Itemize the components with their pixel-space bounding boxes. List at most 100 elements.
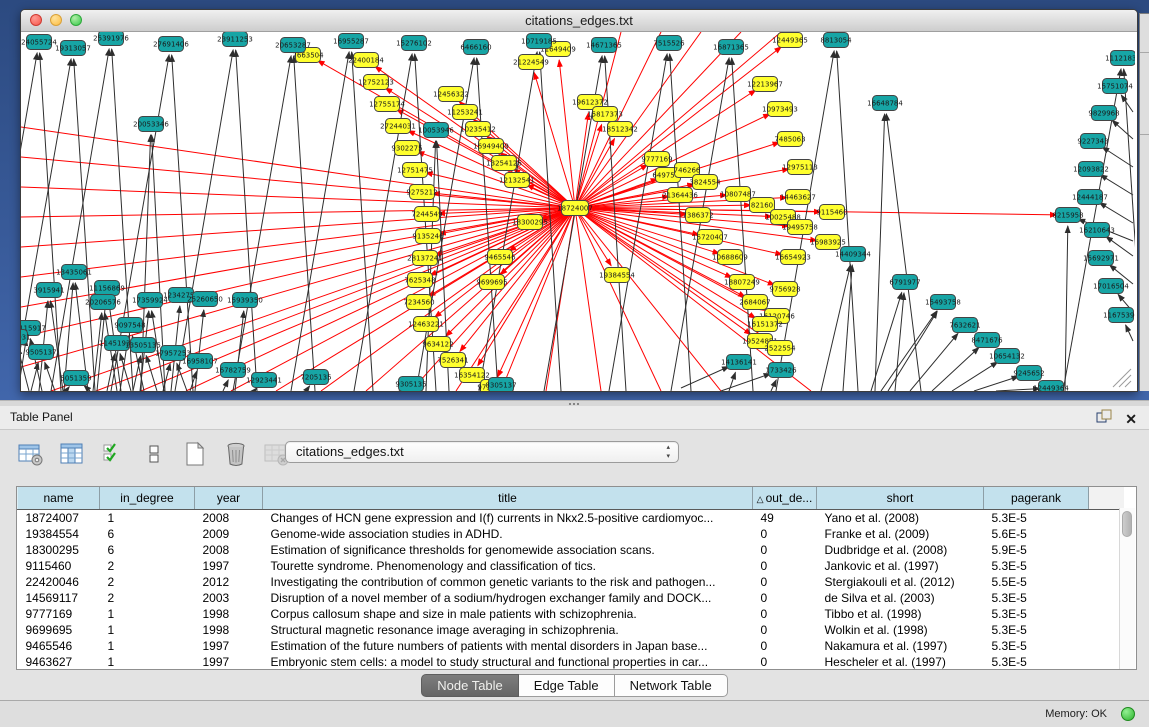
table-cell[interactable]: 6 [100, 526, 195, 542]
table-cell[interactable]: 5.3E-5 [984, 606, 1089, 622]
table-cell[interactable]: 5.3E-5 [984, 558, 1089, 574]
table-cell[interactable]: 5.3E-5 [984, 510, 1089, 527]
table-cell[interactable]: 18724007 [18, 510, 100, 527]
table-cell[interactable]: 6 [100, 542, 195, 558]
table-row[interactable]: 1872400712008Changes of HCN gene express… [18, 510, 1124, 527]
table-cell[interactable]: 1 [100, 654, 195, 670]
table-cell[interactable]: 18300295 [18, 542, 100, 558]
column-header-title[interactable]: title [263, 487, 753, 510]
table-cell[interactable]: Structural magnetic resonance image aver… [263, 622, 753, 638]
table-cell[interactable]: 9777169 [18, 606, 100, 622]
network-graph[interactable]: 2240018412752123127551742724403193022751… [21, 32, 1135, 391]
table-cell[interactable]: Disruption of a novel member of a sodium… [263, 590, 753, 606]
network-window-titlebar[interactable]: citations_edges.txt [21, 10, 1137, 32]
table-row[interactable]: 1938455462009Genome-wide association stu… [18, 526, 1124, 542]
table-cell[interactable]: Changes of HCN gene expression and I(f) … [263, 510, 753, 527]
table-cell[interactable]: 2012 [195, 574, 263, 590]
row-height-icon[interactable] [141, 442, 167, 466]
table-row[interactable]: 946554611997Estimation of the future num… [18, 638, 1124, 654]
show-columns-icon[interactable] [59, 442, 85, 466]
table-cell[interactable]: Tourette syndrome. Phenomenology and cla… [263, 558, 753, 574]
column-header-in-degree[interactable]: in_degree [100, 487, 195, 510]
table-cell[interactable]: Hescheler et al. (1997) [817, 654, 984, 670]
table-cell[interactable]: Dudbridge et al. (2008) [817, 542, 984, 558]
column-header-short[interactable]: short [817, 487, 984, 510]
table-cell[interactable]: 1998 [195, 622, 263, 638]
table-cell[interactable]: 2009 [195, 526, 263, 542]
table-cell[interactable]: 9699695 [18, 622, 100, 638]
window-close-button[interactable] [30, 14, 42, 26]
table-row[interactable]: 977716911998Corpus callosum shape and si… [18, 606, 1124, 622]
table-cell[interactable]: 1997 [195, 638, 263, 654]
table-cell[interactable]: 0 [753, 638, 817, 654]
table-cell[interactable]: 2 [100, 558, 195, 574]
table-cell[interactable]: 1 [100, 606, 195, 622]
table-cell[interactable]: 1 [100, 638, 195, 654]
network-canvas[interactable]: 2240018412752123127551742724403193022751… [21, 32, 1135, 391]
table-cell[interactable]: 0 [753, 606, 817, 622]
tab-network-table[interactable]: Network Table [615, 674, 728, 697]
table-cell[interactable]: 0 [753, 590, 817, 606]
table-row[interactable]: 2242004622012Investigating the contribut… [18, 574, 1124, 590]
select-rows-icon[interactable] [100, 442, 126, 466]
table-cell[interactable]: 5.3E-5 [984, 638, 1089, 654]
network-window[interactable]: citations_edges.txt 22400184127521231275… [20, 9, 1138, 392]
table-cell[interactable]: Tibbo et al. (1998) [817, 606, 984, 622]
window-zoom-button[interactable] [70, 14, 82, 26]
new-table-icon[interactable] [182, 442, 208, 466]
table-row[interactable]: 969969511998Structural magnetic resonanc… [18, 622, 1124, 638]
table-cell[interactable]: 0 [753, 558, 817, 574]
table-cell[interactable]: 0 [753, 542, 817, 558]
table-cell[interactable]: 5.6E-5 [984, 526, 1089, 542]
table-cell[interactable]: 9115460 [18, 558, 100, 574]
table-cell[interactable]: 1 [100, 510, 195, 527]
delete-table-icon[interactable] [223, 442, 249, 466]
table-cell[interactable]: Yano et al. (2008) [817, 510, 984, 527]
table-cell[interactable]: 0 [753, 574, 817, 590]
table-vertical-scrollbar[interactable] [1119, 508, 1135, 669]
table-cell[interactable]: 0 [753, 526, 817, 542]
column-header-year[interactable]: year [195, 487, 263, 510]
table-cell[interactable]: Embryonic stem cells: a model to study s… [263, 654, 753, 670]
table-cell[interactable]: 2003 [195, 590, 263, 606]
node-table[interactable]: namein_degreeyeartitle△out_de...shortpag… [16, 486, 1137, 670]
table-row[interactable]: 1830029562008Estimation of significance … [18, 542, 1124, 558]
table-cell[interactable]: 22420046 [18, 574, 100, 590]
table-settings-icon[interactable] [18, 442, 44, 466]
table-cell[interactable]: 5.9E-5 [984, 542, 1089, 558]
table-cell[interactable]: de Silva et al. (2003) [817, 590, 984, 606]
table-cell[interactable]: Corpus callosum shape and size in male p… [263, 606, 753, 622]
table-cell[interactable]: Jankovic et al. (1997) [817, 558, 984, 574]
table-cell[interactable]: 14569117 [18, 590, 100, 606]
table-row[interactable]: 911546021997Tourette syndrome. Phenomeno… [18, 558, 1124, 574]
table-cell[interactable]: 5.5E-5 [984, 574, 1089, 590]
table-cell[interactable]: 5.3E-5 [984, 622, 1089, 638]
tab-edge-table[interactable]: Edge Table [519, 674, 615, 697]
scrollbar-thumb[interactable] [1122, 511, 1132, 537]
close-panel-icon[interactable]: ✕ [1125, 411, 1137, 427]
table-row[interactable]: 1456911722003Disruption of a novel membe… [18, 590, 1124, 606]
table-cell[interactable]: 49 [753, 510, 817, 527]
table-select-dropdown[interactable]: citations_edges.txt ▴▾ [285, 441, 679, 463]
table-cell[interactable]: Stergiakouli et al. (2012) [817, 574, 984, 590]
graph-nodes[interactable]: 2240018412752123127551742724403193022751… [21, 32, 1135, 391]
table-cell[interactable]: 1997 [195, 654, 263, 670]
table-cell[interactable]: 9465546 [18, 638, 100, 654]
window-resize-grip[interactable] [1107, 363, 1133, 389]
window-minimize-button[interactable] [50, 14, 62, 26]
table-cell[interactable]: 0 [753, 654, 817, 670]
column-header-out-de-[interactable]: △out_de... [753, 487, 817, 510]
table-cell[interactable]: Investigating the contribution of common… [263, 574, 753, 590]
tab-node-table[interactable]: Node Table [421, 674, 519, 697]
table-cell[interactable]: 2008 [195, 510, 263, 527]
table-cell[interactable]: 2 [100, 574, 195, 590]
float-panel-icon[interactable] [1096, 409, 1112, 429]
table-cell[interactable]: 9463627 [18, 654, 100, 670]
column-header-pagerank[interactable]: pagerank [984, 487, 1089, 510]
table-cell[interactable]: Estimation of significance thresholds fo… [263, 542, 753, 558]
table-cell[interactable]: 0 [753, 622, 817, 638]
table-cell[interactable]: Wolkin et al. (1998) [817, 622, 984, 638]
table-cell[interactable]: Franke et al. (2009) [817, 526, 984, 542]
table-cell[interactable]: 19384554 [18, 526, 100, 542]
table-cell[interactable]: 2 [100, 590, 195, 606]
